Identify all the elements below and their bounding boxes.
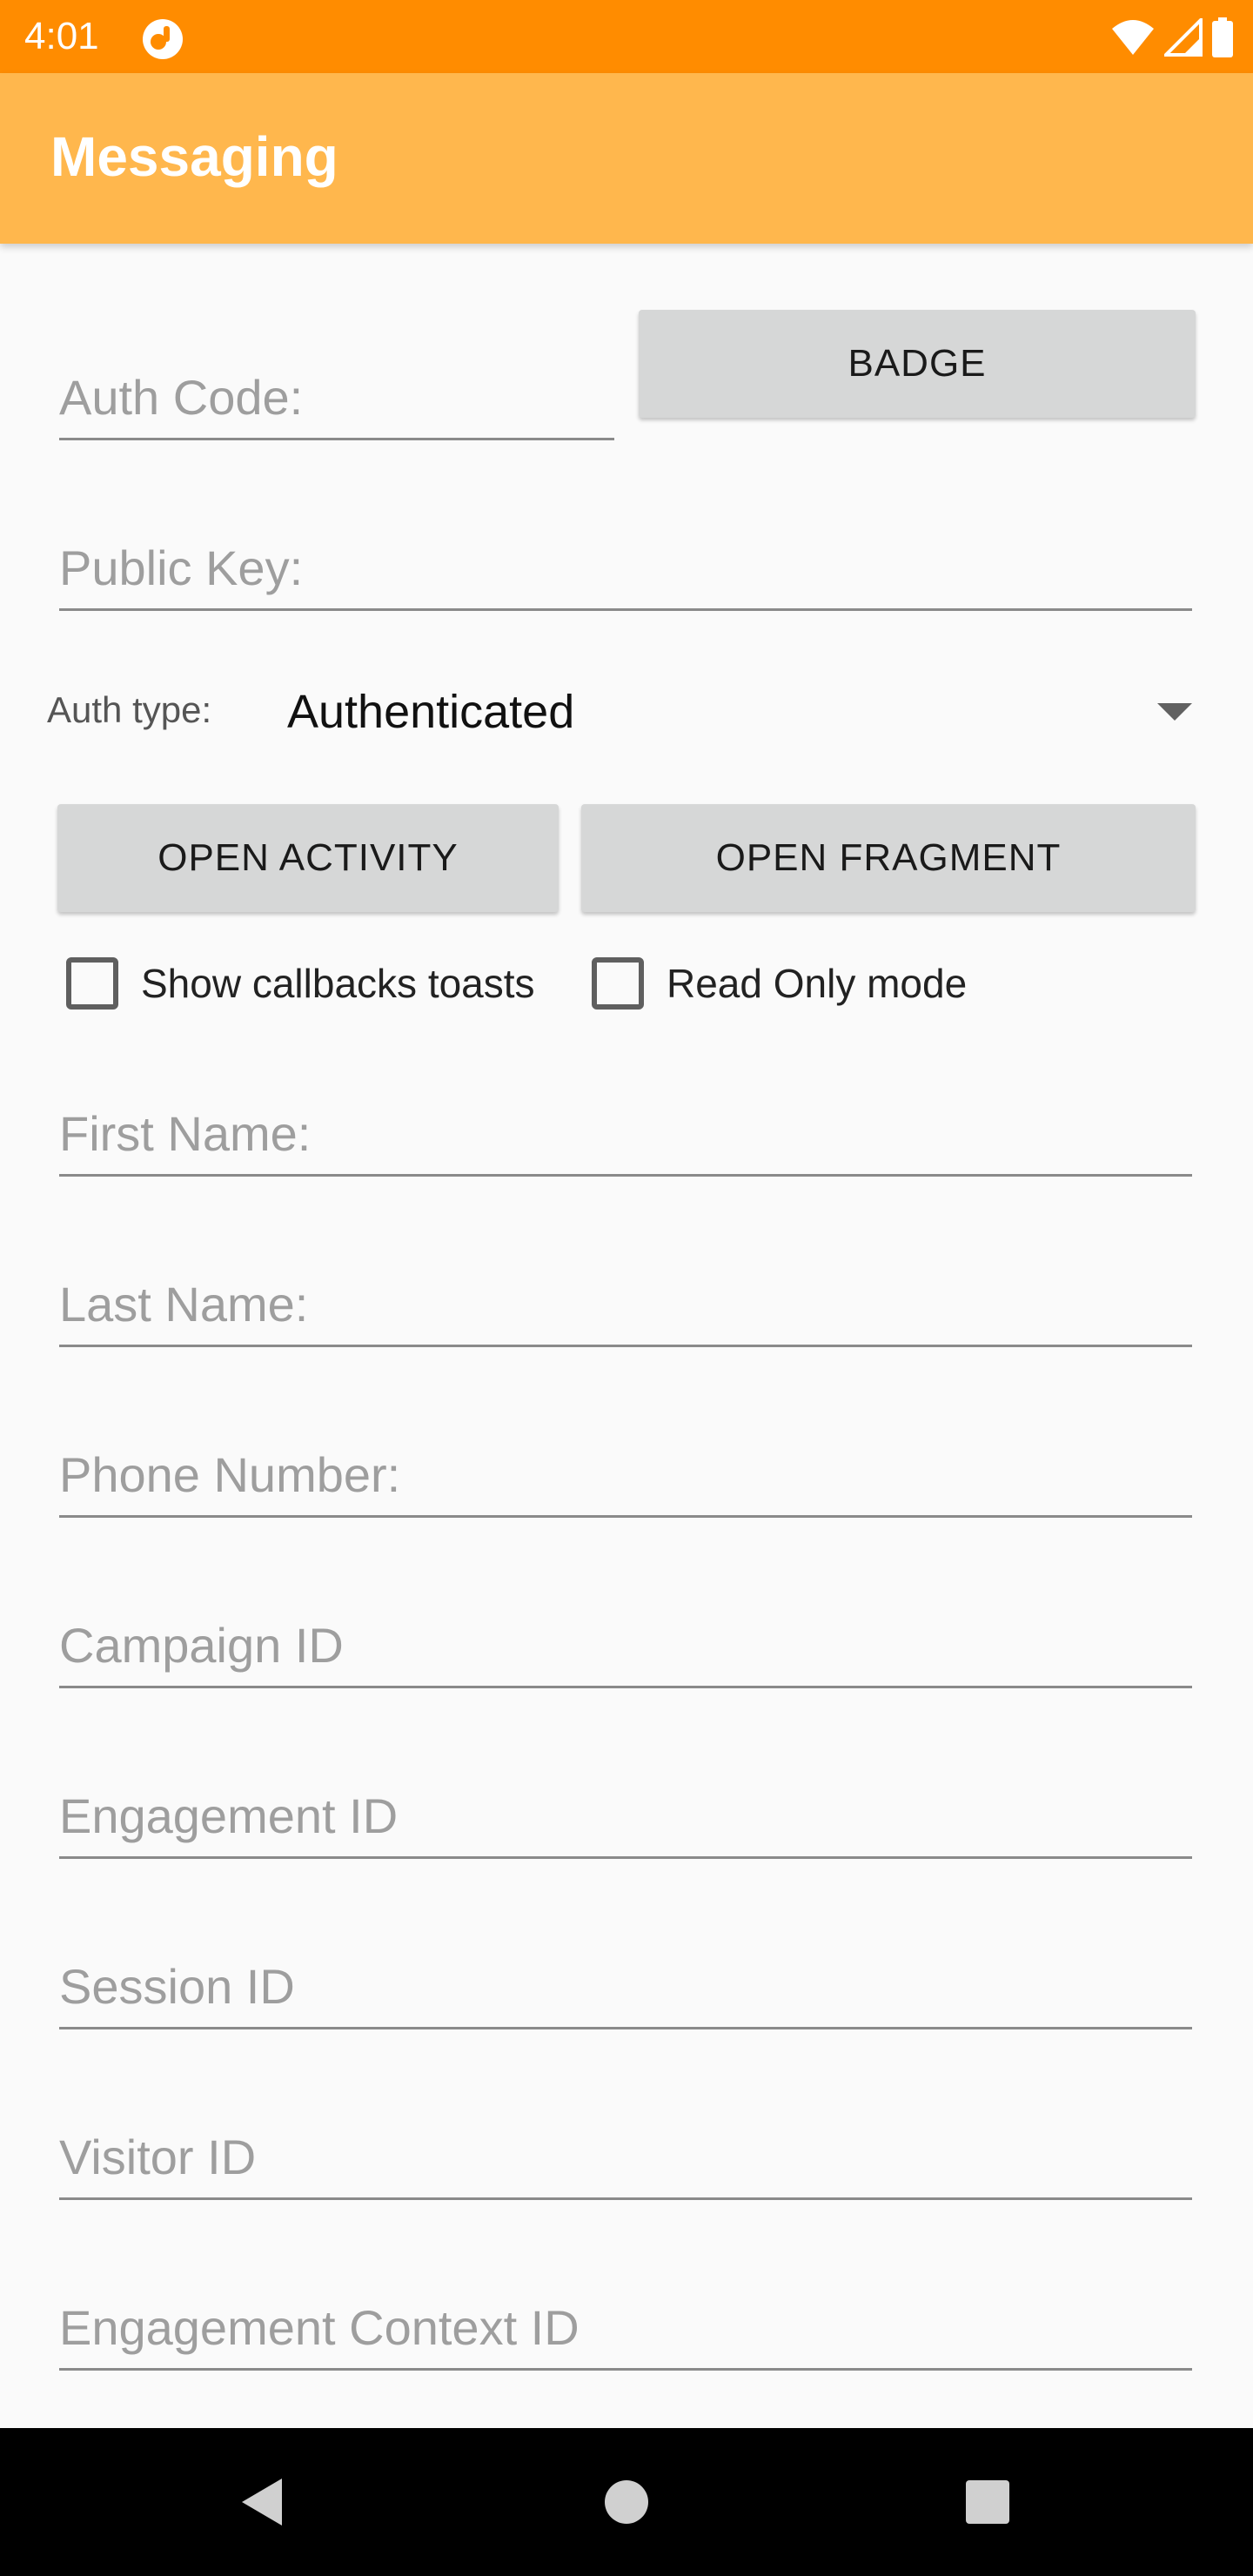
session-id-input[interactable] xyxy=(59,1958,1192,2015)
dropdown-arrow-icon xyxy=(1157,703,1192,721)
battery-icon xyxy=(1212,17,1233,57)
notification-app-icon xyxy=(143,19,183,59)
first-name-input[interactable] xyxy=(59,1105,1192,1162)
first-name-field[interactable] xyxy=(59,1098,1192,1177)
open-fragment-button[interactable]: OPEN FRAGMENT xyxy=(581,804,1196,912)
home-circle-icon[interactable] xyxy=(596,2472,657,2532)
phone-number-field[interactable] xyxy=(59,1439,1192,1518)
status-icons xyxy=(1110,16,1234,59)
last-name-input[interactable] xyxy=(59,1276,1192,1332)
last-name-field[interactable] xyxy=(59,1269,1192,1347)
status-bar: 4:01 xyxy=(0,0,1253,73)
back-triangle-icon[interactable] xyxy=(233,2472,294,2532)
checkbox-label: Show callbacks toasts xyxy=(141,961,535,1006)
app-bar: Messaging xyxy=(0,73,1253,244)
checkbox-label: Read Only mode xyxy=(667,961,968,1006)
open-activity-button[interactable]: OPEN ACTIVITY xyxy=(57,804,559,912)
auth-code-field[interactable] xyxy=(59,362,614,440)
engagement-context-id-field[interactable] xyxy=(59,2292,1192,2371)
campaign-id-field[interactable] xyxy=(59,1610,1192,1688)
auth-code-input[interactable] xyxy=(59,369,614,426)
phone-number-input[interactable] xyxy=(59,1446,1192,1503)
engagement-id-field[interactable] xyxy=(59,1781,1192,1859)
engagement-id-input[interactable] xyxy=(59,1788,1192,1844)
read-only-mode-checkbox[interactable]: Read Only mode xyxy=(592,949,967,1018)
page-title: Messaging xyxy=(50,125,338,188)
navigation-bar xyxy=(0,2428,1253,2576)
auth-type-selected: Authenticated xyxy=(287,686,575,738)
show-callbacks-toasts-checkbox[interactable]: Show callbacks toasts xyxy=(66,949,535,1018)
auth-type-label: Auth type: xyxy=(47,689,212,730)
checkbox-box[interactable] xyxy=(66,957,118,1010)
auth-type-spinner[interactable]: Authenticated xyxy=(287,670,1192,754)
engagement-context-id-input[interactable] xyxy=(59,2299,1192,2356)
campaign-id-input[interactable] xyxy=(59,1617,1192,1674)
public-key-field[interactable] xyxy=(59,533,1192,611)
public-key-input[interactable] xyxy=(59,540,1192,596)
status-time: 4:01 xyxy=(24,15,99,57)
signal-icon xyxy=(1164,18,1203,57)
badge-button[interactable]: BADGE xyxy=(639,310,1196,418)
wifi-icon xyxy=(1112,20,1154,55)
visitor-id-input[interactable] xyxy=(59,2129,1192,2185)
session-id-field[interactable] xyxy=(59,1951,1192,2029)
recents-square-icon[interactable] xyxy=(957,2472,1018,2532)
checkbox-box[interactable] xyxy=(592,957,644,1010)
visitor-id-field[interactable] xyxy=(59,2122,1192,2200)
